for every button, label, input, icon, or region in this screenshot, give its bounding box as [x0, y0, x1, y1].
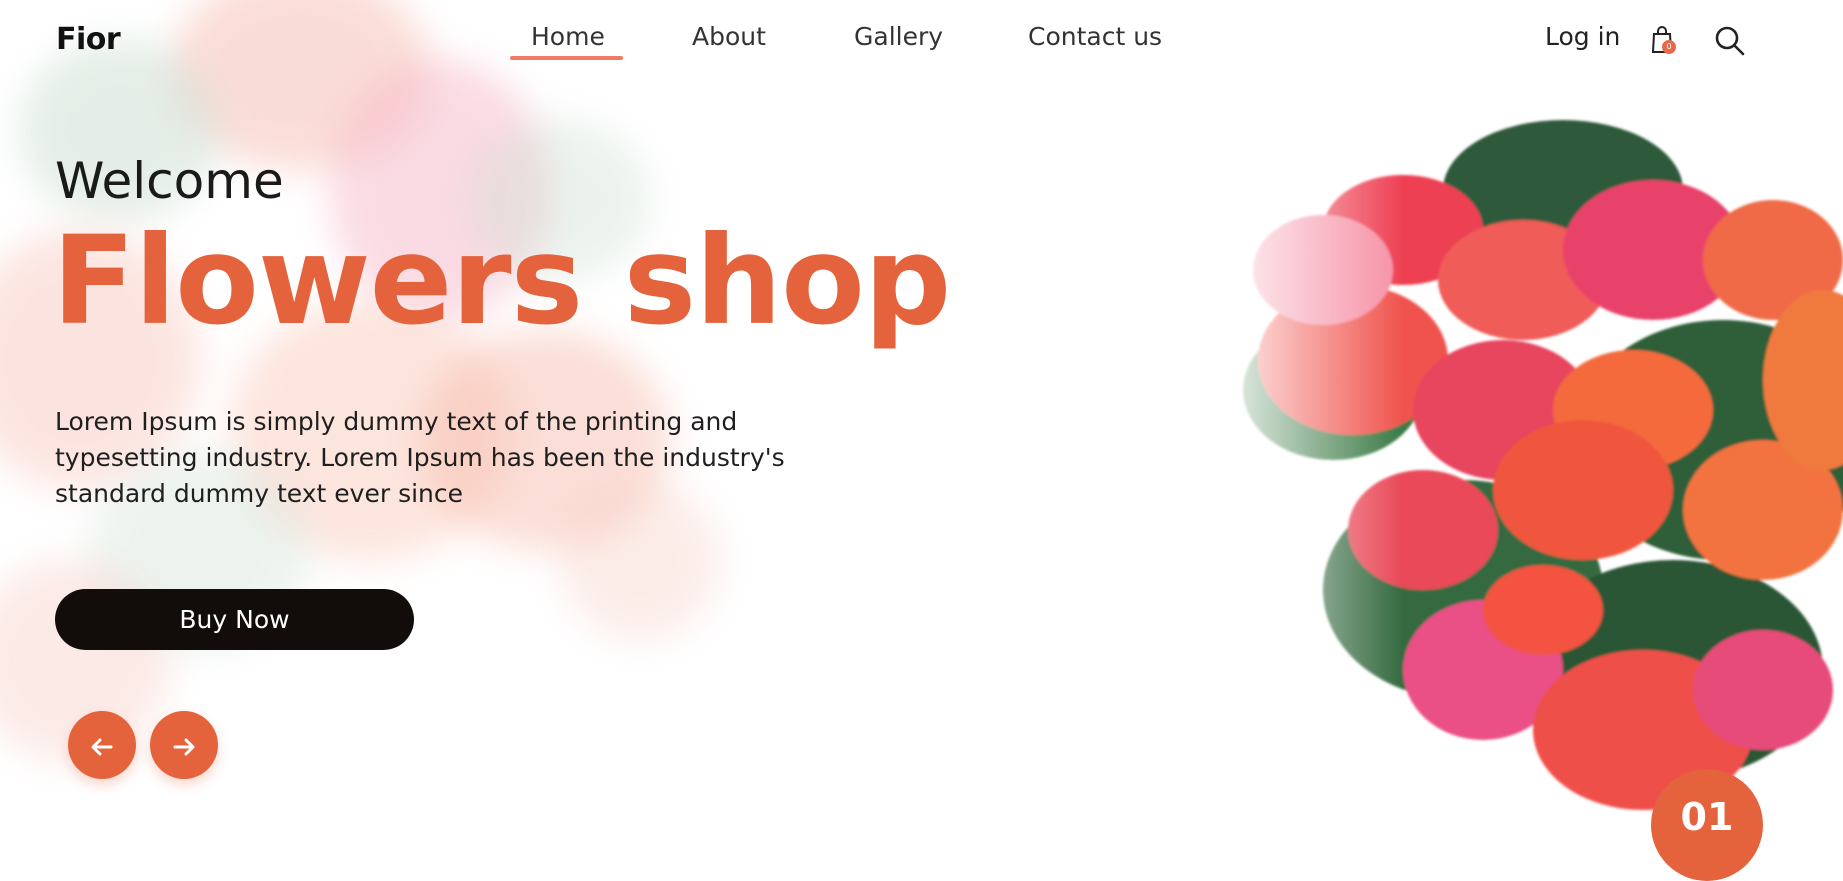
prev-slide-button[interactable]: [68, 711, 136, 779]
nav-active-indicator: [510, 56, 623, 60]
search-icon[interactable]: [1714, 25, 1746, 57]
hero-welcome: Welcome: [55, 152, 284, 210]
nav-link-contact[interactable]: Contact us: [1028, 22, 1162, 51]
arrow-right-icon: [173, 738, 195, 756]
hero-headline: Flowers shop: [52, 210, 951, 352]
hero-flower-image: [1203, 110, 1843, 822]
nav-link-about[interactable]: About: [692, 22, 766, 51]
next-slide-button[interactable]: [150, 711, 218, 779]
brand-logo[interactable]: Fior: [56, 22, 121, 57]
nav-link-gallery[interactable]: Gallery: [854, 22, 943, 51]
hero-description: Lorem Ipsum is simply dummy text of the …: [55, 407, 785, 508]
cart-count-badge: 0: [1662, 40, 1676, 54]
slide-number-badge: 01: [1651, 769, 1763, 881]
site-header: Fior Home About Gallery Contact us Log i…: [0, 0, 1843, 84]
nav-link-home[interactable]: Home: [531, 22, 605, 51]
login-link[interactable]: Log in: [1545, 22, 1620, 51]
buy-now-button[interactable]: Buy Now: [55, 589, 414, 650]
arrow-left-icon: [91, 738, 113, 756]
